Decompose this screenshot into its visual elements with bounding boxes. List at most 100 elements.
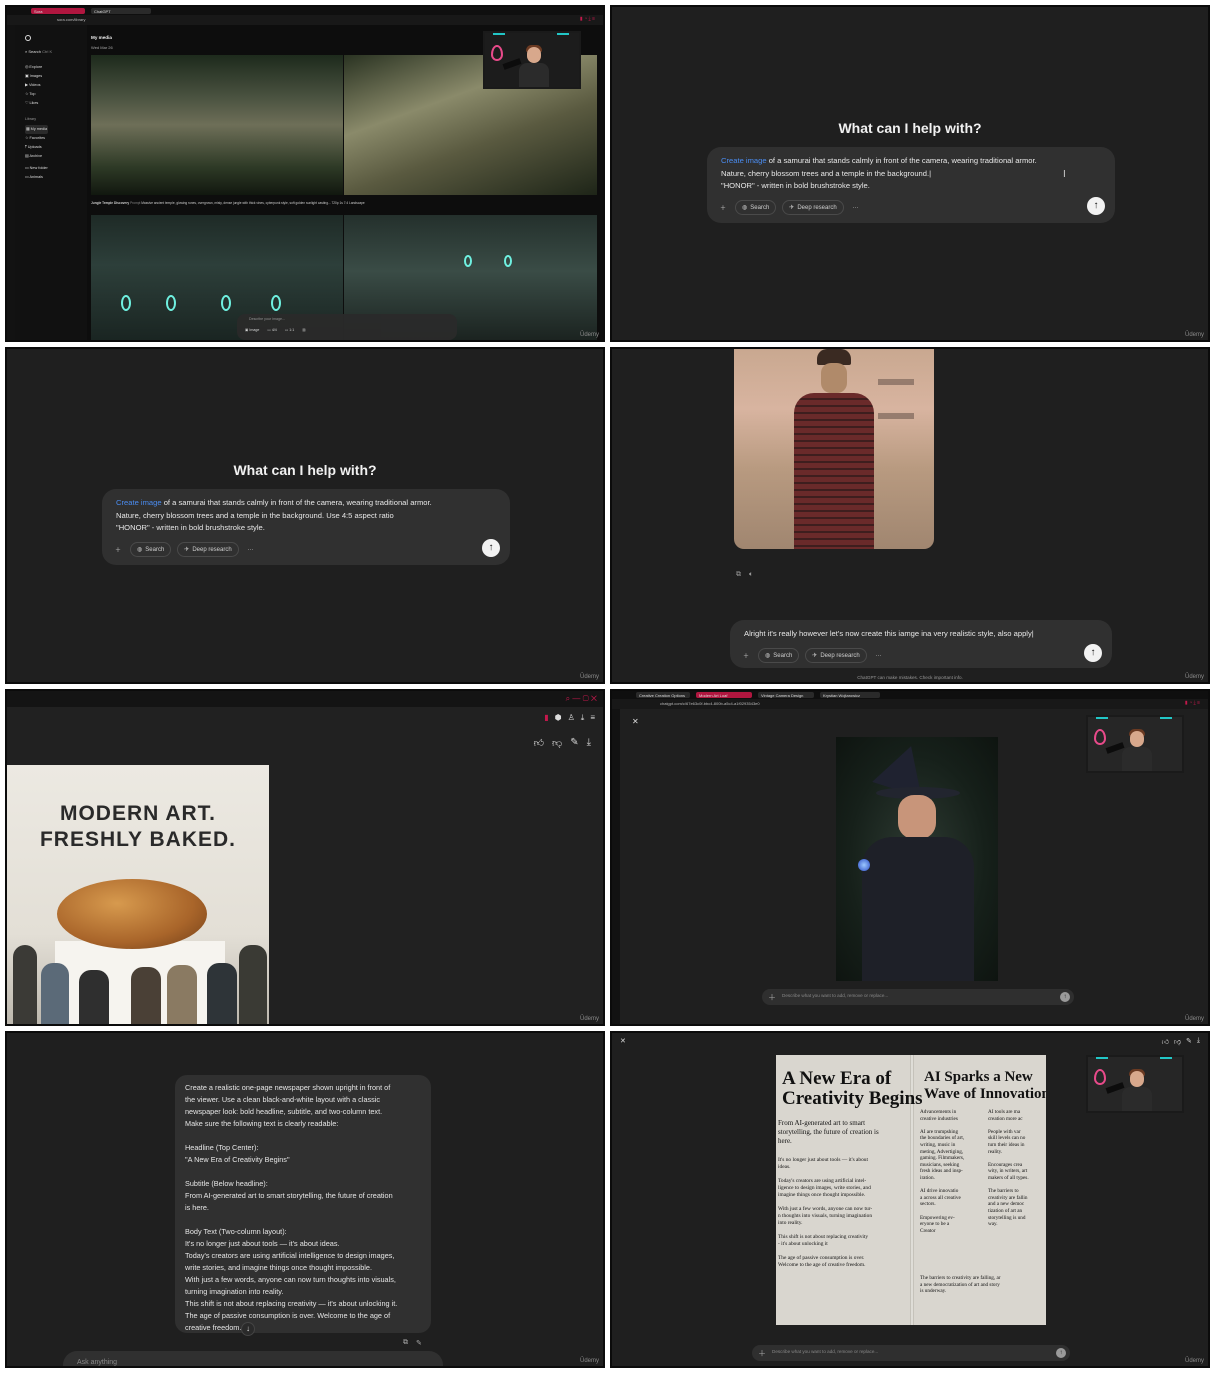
newspaper-image[interactable]: A New Era of Creativity Begins From AI-ge… — [776, 1055, 1046, 1325]
ratio-selector[interactable]: ▭ 1:1 — [285, 328, 294, 332]
send-button[interactable]: ↑ — [482, 539, 500, 557]
panel-chatgpt-prompt-1: What can I help with? Create image of a … — [610, 5, 1210, 342]
send-button[interactable]: ↑ — [1060, 992, 1070, 1002]
message-line: turning imagination into reality. — [185, 1287, 284, 1296]
nav-explore[interactable]: ◎ Explore — [25, 63, 42, 72]
type-selector[interactable]: ▣ Image — [245, 328, 259, 332]
create-image-tag[interactable]: Create image — [721, 156, 767, 165]
temple-image-1[interactable] — [91, 55, 343, 195]
glowing-rune-icon — [504, 255, 512, 267]
address-bar[interactable]: chatgpt.com/c/67e63c0f-bbc4-800b-a5c4-a1… — [612, 699, 1208, 709]
nav-uploads[interactable]: ⤒ Uploads — [25, 143, 48, 152]
nav-animals[interactable]: ▭ Animals — [25, 173, 48, 182]
more-button[interactable]: ··· — [850, 202, 862, 214]
profile-icon[interactable]: ♙ — [568, 713, 575, 723]
more-button[interactable]: ··· — [245, 544, 257, 556]
nav-new-folder[interactable]: ▭ New folder — [25, 164, 48, 173]
count-selector[interactable]: ▭ 4/4 — [267, 328, 276, 332]
sora-logo-icon — [25, 35, 31, 41]
nav-top[interactable]: ☆ Top — [25, 90, 42, 99]
modern-art-image[interactable]: MODERN ART. FRESHLY BAKED. — [7, 765, 269, 1024]
address-bar[interactable]: sora.com/library ▮ ◔ ⤓ ≡ — [7, 15, 603, 25]
edit-icon[interactable]: ✎ — [1186, 1037, 1192, 1046]
thumbs-down-icon[interactable]: 👎︎ — [552, 737, 562, 749]
nav-my-media[interactable]: ▦ My media — [25, 125, 48, 134]
glowing-rune-icon — [464, 255, 472, 267]
window-controls: ⌕ — ▢ ✕ — [565, 694, 597, 703]
nav-likes[interactable]: ♡ Likes — [25, 99, 42, 108]
samurai-image[interactable] — [734, 349, 934, 549]
close-icon[interactable]: ✕ — [632, 717, 639, 726]
message-line: It's no longer just about tools — it's a… — [185, 1239, 340, 1248]
add-button[interactable]: ＋ — [768, 992, 776, 1003]
page-heading: What can I help with? — [233, 462, 377, 478]
prompt-text[interactable]: Alright it's really however let's now cr… — [730, 620, 1112, 641]
prompt-text[interactable]: Create image of a samurai that stands ca… — [707, 147, 1115, 193]
prompt-composer[interactable]: Alright it's really however let's now cr… — [730, 620, 1112, 668]
send-button[interactable]: ↑ — [1087, 197, 1105, 215]
send-button[interactable]: ↑ — [1084, 644, 1102, 662]
scroll-down-button[interactable]: ↓ — [241, 1322, 255, 1336]
send-button[interactable]: ↑ — [1056, 1348, 1066, 1358]
nav-videos[interactable]: ▶ Videos — [25, 81, 42, 90]
page-heading: What can I help with? — [838, 120, 982, 136]
tab-chatgpt[interactable]: ChatGPT — [91, 8, 151, 14]
copy-icon[interactable]: ⧉ — [736, 571, 741, 579]
composer-placeholder: Describe what you want to add, remove or… — [782, 993, 889, 998]
search-button[interactable]: ◍ Search — [758, 648, 800, 663]
close-icon[interactable]: ✕ — [620, 1037, 626, 1045]
nav-archive[interactable]: ▤ Archive — [25, 152, 48, 161]
create-image-tag[interactable]: Create image — [116, 498, 162, 507]
message-line: Body Text (Two-column layout): — [185, 1227, 287, 1236]
udemy-watermark: Ūdemy — [1184, 674, 1204, 680]
deep-research-button[interactable]: ✈ Deep research — [805, 648, 867, 663]
browser-toolbar-icons: ▮ ◔ ⤓ ≡ — [1184, 700, 1200, 706]
add-button[interactable]: ＋ — [758, 1348, 766, 1359]
tab-modern-art-loaf[interactable]: Modern Art Loaf — [696, 692, 752, 698]
tab-vintage-camera[interactable]: Vintage Camera Design — [758, 692, 814, 698]
sidebar-search[interactable]: ⌕ Search Ctrl K — [25, 49, 52, 54]
telescope-icon: ✈ — [789, 205, 795, 211]
download-icon[interactable]: ⤓ — [1197, 1037, 1200, 1046]
more-button[interactable]: ··· — [873, 650, 885, 662]
edit-composer[interactable]: ＋ Describe what you want to add, remove … — [762, 989, 1074, 1005]
nav-favorites[interactable]: ☆ Favorites — [25, 134, 48, 143]
speaker-icon[interactable]: 🔈︎ — [749, 571, 753, 579]
add-button[interactable]: ＋ — [112, 542, 124, 557]
pagoda-icon — [878, 379, 914, 419]
prompt-composer[interactable]: Create image of a samurai that stands ca… — [707, 147, 1115, 223]
prompt-composer[interactable]: Create image of a samurai that stands ca… — [102, 489, 510, 565]
search-button[interactable]: ◍ Search — [735, 200, 777, 215]
thumbs-up-icon[interactable]: 👍︎ — [534, 737, 544, 749]
copy-icon[interactable]: ⧉ — [403, 1339, 408, 1347]
deep-research-button[interactable]: ✈ Deep research — [782, 200, 844, 215]
storyboard-icon[interactable]: ▥ — [302, 328, 305, 332]
disclaimer: ChatGPT can make mistakes. Check importa… — [857, 675, 963, 680]
download-icon[interactable]: ⤓ — [581, 713, 585, 723]
tab-sora[interactable]: Sora — [31, 8, 85, 14]
add-button[interactable]: ＋ — [717, 200, 729, 215]
nav-images[interactable]: ▣ Images — [25, 72, 42, 81]
edit-icon[interactable]: ✎ — [570, 737, 578, 749]
thumbs-up-icon[interactable]: 👍︎ — [1162, 1037, 1169, 1046]
sora-composer[interactable]: Describe your image... ▣ Image ▭ 4/4 ▭ 1… — [237, 314, 457, 340]
wizard-image[interactable] — [836, 737, 998, 981]
chat-composer[interactable]: Ask anything — [63, 1351, 443, 1366]
edit-composer[interactable]: ＋ Describe what you want to add, remove … — [752, 1345, 1070, 1361]
edit-icon[interactable]: ✎ — [416, 1339, 422, 1347]
menu-icon[interactable]: ≡ — [590, 713, 595, 723]
tab-creative-options[interactable]: Creative Creation Options — [636, 692, 690, 698]
webcam-accent — [557, 33, 569, 35]
search-button[interactable]: ◍ Search — [130, 542, 172, 557]
deep-research-button[interactable]: ✈ Deep research — [177, 542, 239, 557]
search-shortcut: Ctrl K — [42, 49, 53, 54]
magic-orb-icon — [858, 859, 870, 871]
thumbs-down-icon[interactable]: 👎︎ — [1174, 1037, 1181, 1046]
prompt-text[interactable]: Create image of a samurai that stands ca… — [102, 489, 510, 535]
extension-icon[interactable]: ⬢ — [555, 713, 562, 723]
download-icon[interactable]: ⤓ — [587, 737, 591, 749]
image-actions: 👍︎ 👎︎ ✎ ⤓ — [534, 737, 591, 749]
tab-krystian[interactable]: Krystian Wojtarowicz — [820, 692, 880, 698]
add-button[interactable]: ＋ — [740, 648, 752, 663]
telescope-icon: ✈ — [812, 653, 818, 659]
